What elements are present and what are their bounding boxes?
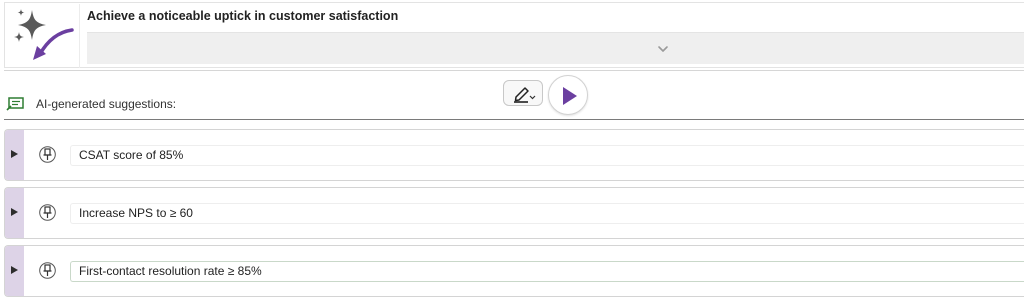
pin-icon[interactable] xyxy=(39,204,56,221)
expand-handle[interactable] xyxy=(5,246,24,296)
suggestion-row: Increase NPS to ≥ 60 xyxy=(4,187,1024,239)
triangle-right-icon xyxy=(11,208,18,216)
edit-button[interactable] xyxy=(503,80,543,106)
triangle-right-icon xyxy=(11,266,18,274)
pin-icon[interactable] xyxy=(39,262,56,279)
suggestion-text-field[interactable]: Increase NPS to ≥ 60 xyxy=(70,203,1024,224)
expand-handle[interactable] xyxy=(5,188,24,238)
pen-icon xyxy=(514,87,536,103)
chevron-down-icon[interactable] xyxy=(657,44,669,54)
suggestion-row: CSAT score of 85% xyxy=(4,129,1024,181)
logo xyxy=(6,4,80,68)
objective-detail-field[interactable] xyxy=(87,32,1024,64)
objective-header: Achieve a noticeable uptick in customer … xyxy=(4,2,1024,68)
ai-suggestions-label: AI-generated suggestions: xyxy=(36,97,177,111)
ai-suggestion-icon xyxy=(6,97,24,111)
expand-handle[interactable] xyxy=(5,130,24,180)
sparkle-arrow-icon xyxy=(14,9,74,60)
run-button[interactable] xyxy=(548,75,588,115)
play-icon xyxy=(563,87,577,105)
suggestion-row: First-contact resolution rate ≥ 85% xyxy=(4,245,1024,297)
divider xyxy=(4,119,1024,120)
suggestion-text-field[interactable]: CSAT score of 85% xyxy=(70,145,1024,166)
suggestion-text-field[interactable]: First-contact resolution rate ≥ 85% xyxy=(70,261,1024,282)
triangle-right-icon xyxy=(11,150,18,158)
pin-icon[interactable] xyxy=(39,146,56,163)
divider xyxy=(4,70,1024,71)
objective-title: Achieve a noticeable uptick in customer … xyxy=(87,9,399,23)
